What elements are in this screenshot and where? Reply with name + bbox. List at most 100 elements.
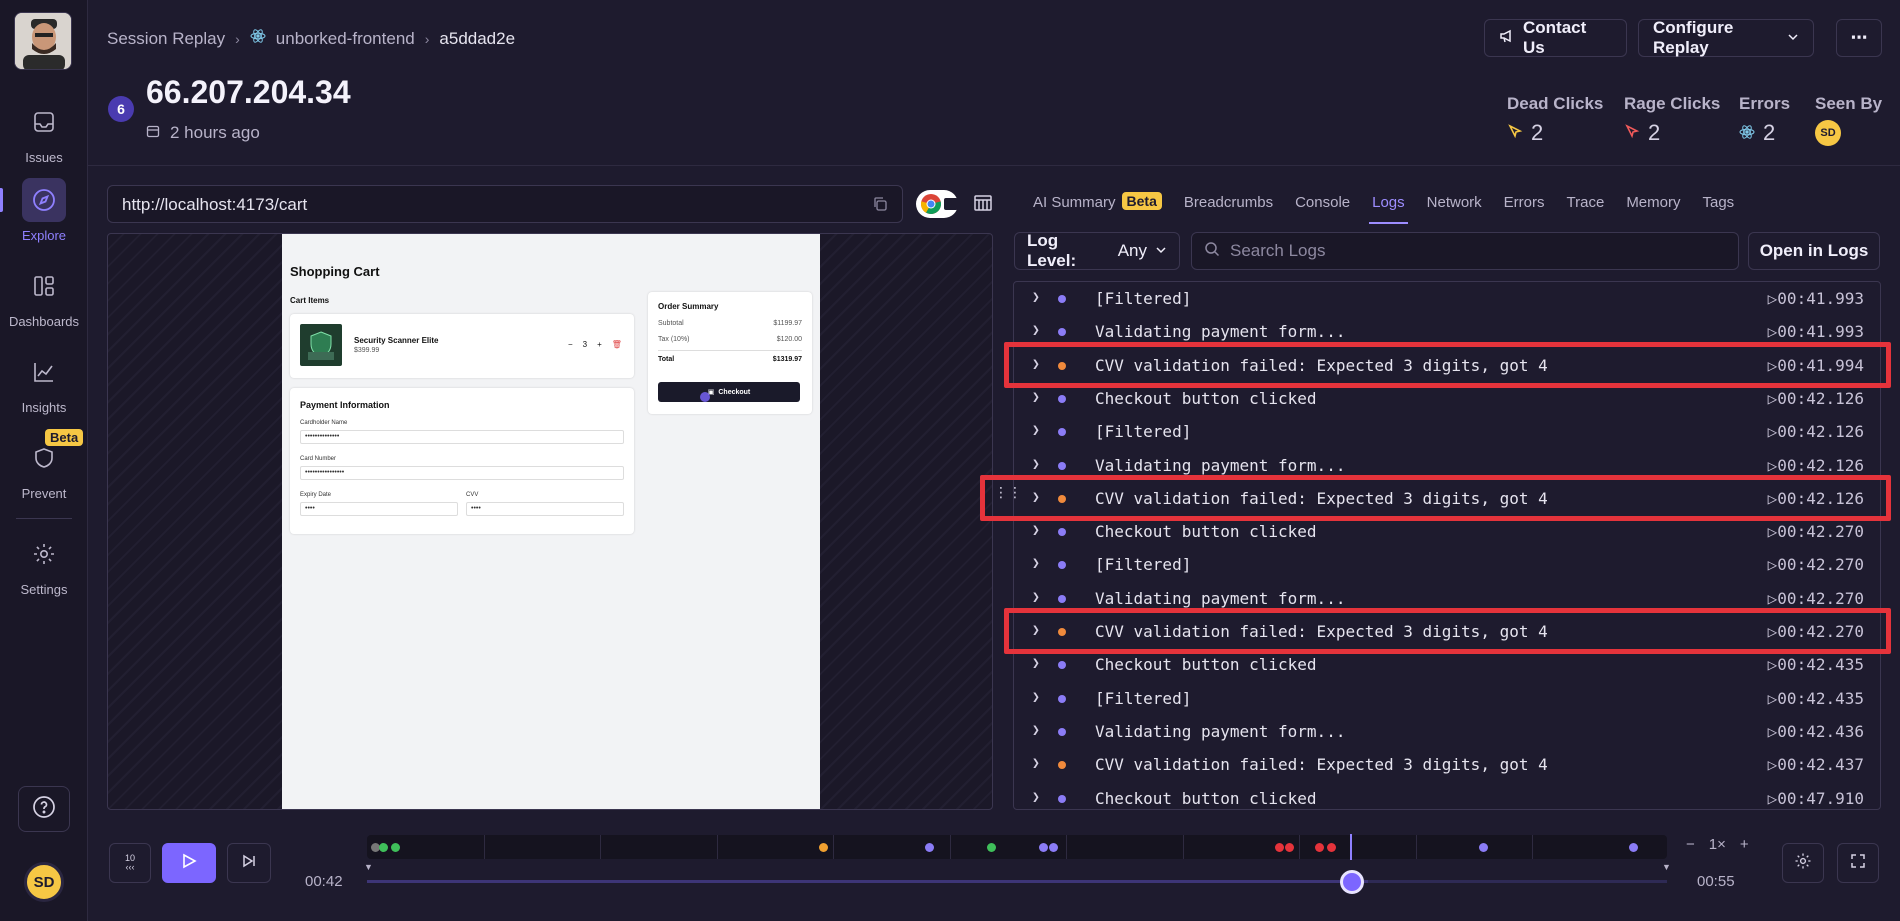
- sidebar-item-settings[interactable]: Settings: [0, 532, 88, 597]
- log-timestamp[interactable]: ▷00:47.910: [1768, 789, 1864, 808]
- chevron-right-icon[interactable]: ❯: [1032, 357, 1040, 372]
- errors-stat[interactable]: Errors 2: [1739, 94, 1790, 146]
- timeline-event[interactable]: [1315, 843, 1324, 852]
- chevron-right-icon[interactable]: ❯: [1032, 423, 1040, 438]
- log-row[interactable]: ❯ [Filtered] ▷00:41.993: [1014, 282, 1880, 315]
- tab-console[interactable]: Console: [1284, 194, 1361, 224]
- chevron-right-icon[interactable]: ❯: [1032, 323, 1040, 338]
- speed-increase[interactable]: +: [1740, 836, 1749, 853]
- chevron-right-icon[interactable]: ❯: [1032, 623, 1040, 638]
- card-number-field[interactable]: ••••••••••••••••: [300, 466, 624, 480]
- rage-clicks-stat[interactable]: Rage Clicks 2: [1624, 94, 1720, 146]
- speed-decrease[interactable]: −: [1686, 836, 1695, 853]
- timeline-event[interactable]: [819, 843, 828, 852]
- help-button[interactable]: [18, 786, 70, 832]
- log-row[interactable]: ❯ Validating payment form... ▷00:42.126: [1014, 449, 1880, 482]
- log-timestamp[interactable]: ▷00:42.126: [1768, 489, 1864, 508]
- tab-ai-summary[interactable]: AI Summary Beta: [1022, 192, 1173, 224]
- chevron-right-icon[interactable]: ❯: [1032, 490, 1040, 505]
- cardholder-field[interactable]: ••••••••••••••: [300, 430, 624, 444]
- qty-plus[interactable]: +: [597, 340, 602, 349]
- log-row[interactable]: ❯ CVV validation failed: Expected 3 digit…: [1014, 748, 1880, 781]
- more-options-button[interactable]: ⋯: [1836, 19, 1882, 57]
- timeline-event[interactable]: [1049, 843, 1058, 852]
- log-level-select[interactable]: Log Level: Any: [1014, 231, 1180, 270]
- replay-viewport[interactable]: Shopping Cart Cart Items Security Scanne…: [107, 233, 993, 810]
- log-row[interactable]: ❯ Validating payment form... ▷00:42.270: [1014, 582, 1880, 615]
- timeline-event[interactable]: [379, 843, 388, 852]
- timeline-event[interactable]: [925, 843, 934, 852]
- layout-icon[interactable]: [972, 192, 994, 219]
- log-timestamp[interactable]: ▷00:41.993: [1768, 289, 1864, 308]
- qty-minus[interactable]: −: [568, 340, 573, 349]
- breadcrumb-project[interactable]: unborked-frontend: [276, 29, 415, 49]
- tab-memory[interactable]: Memory: [1615, 194, 1691, 224]
- checkout-button[interactable]: ▣ Checkout: [658, 382, 800, 402]
- chevron-right-icon[interactable]: ❯: [1032, 723, 1040, 738]
- log-row[interactable]: ❯ CVV validation failed: Expected 3 digit…: [1014, 349, 1880, 382]
- chevron-right-icon[interactable]: ❯: [1032, 790, 1040, 805]
- log-timestamp[interactable]: ▷00:41.994: [1768, 356, 1864, 375]
- tab-logs[interactable]: Logs: [1361, 194, 1416, 224]
- timeline-event[interactable]: [1629, 843, 1638, 852]
- log-row[interactable]: ❯ Checkout button clicked ▷00:42.435: [1014, 648, 1880, 681]
- event-timeline[interactable]: [367, 835, 1667, 859]
- timeline-event[interactable]: [987, 843, 996, 852]
- log-timestamp[interactable]: ▷00:42.270: [1768, 589, 1864, 608]
- chevron-right-icon[interactable]: ❯: [1032, 523, 1040, 538]
- contact-us-button[interactable]: Contact Us: [1484, 18, 1627, 57]
- timeline-event[interactable]: [1327, 843, 1336, 852]
- dead-clicks-stat[interactable]: Dead Clicks 2: [1507, 94, 1603, 146]
- log-timestamp[interactable]: ▷00:42.270: [1768, 622, 1864, 641]
- log-row[interactable]: ❯ [Filtered] ▷00:42.126: [1014, 415, 1880, 448]
- chevron-right-icon[interactable]: ❯: [1032, 457, 1040, 472]
- next-button[interactable]: [227, 843, 271, 883]
- log-row[interactable]: ❯ [Filtered] ▷00:42.435: [1014, 682, 1880, 715]
- log-timestamp[interactable]: ▷00:42.126: [1768, 456, 1864, 475]
- org-avatar[interactable]: [14, 12, 72, 70]
- drag-handle-icon[interactable]: ⋮⋮: [994, 485, 1022, 499]
- log-row[interactable]: ❯ CVV validation failed: Expected 3 digit…: [1014, 615, 1880, 648]
- scrubber-track[interactable]: [367, 880, 1667, 883]
- chevron-right-icon[interactable]: ❯: [1032, 390, 1040, 405]
- timeline-event[interactable]: [1275, 843, 1284, 852]
- log-timestamp[interactable]: ▷00:42.435: [1768, 689, 1864, 708]
- timeline-event[interactable]: [1039, 843, 1048, 852]
- sidebar-item-insights[interactable]: Insights: [0, 350, 88, 415]
- tab-network[interactable]: Network: [1416, 194, 1493, 224]
- tab-tags[interactable]: Tags: [1691, 194, 1745, 224]
- chevron-right-icon[interactable]: ❯: [1032, 290, 1040, 305]
- log-row[interactable]: ❯ Validating payment form... ▷00:41.993: [1014, 315, 1880, 348]
- log-timestamp[interactable]: ▷00:41.993: [1768, 322, 1864, 341]
- tab-trace[interactable]: Trace: [1556, 194, 1616, 224]
- configure-replay-button[interactable]: Configure Replay: [1638, 18, 1814, 57]
- play-button[interactable]: [162, 843, 216, 883]
- tab-errors[interactable]: Errors: [1493, 194, 1556, 224]
- range-end-handle[interactable]: ▼: [1662, 862, 1671, 872]
- timeline-event[interactable]: [1285, 843, 1294, 852]
- chevron-right-icon[interactable]: ❯: [1032, 756, 1040, 771]
- log-timestamp[interactable]: ▷00:42.270: [1768, 555, 1864, 574]
- scrubber-knob[interactable]: [1340, 870, 1364, 894]
- chevron-right-icon[interactable]: ❯: [1032, 656, 1040, 671]
- chevron-right-icon[interactable]: ❯: [1032, 556, 1040, 571]
- chevron-right-icon[interactable]: ❯: [1032, 590, 1040, 605]
- log-row[interactable]: ❯ [Filtered] ▷00:42.270: [1014, 548, 1880, 581]
- copy-icon[interactable]: [872, 196, 888, 217]
- tab-breadcrumbs[interactable]: Breadcrumbs: [1173, 194, 1284, 224]
- trash-icon[interactable]: 🗑: [612, 340, 622, 349]
- log-row[interactable]: ❯ Checkout button clicked ▷00:42.126: [1014, 382, 1880, 415]
- range-start-handle[interactable]: ▼: [364, 862, 373, 872]
- expiry-field[interactable]: ••••: [300, 502, 458, 516]
- sidebar-item-dashboards[interactable]: Dashboards: [0, 264, 88, 329]
- avatar[interactable]: SD: [1815, 120, 1841, 146]
- user-avatar[interactable]: SD: [24, 862, 64, 902]
- fullscreen-button[interactable]: [1837, 843, 1879, 883]
- sidebar-item-issues[interactable]: Issues: [0, 100, 88, 165]
- log-timestamp[interactable]: ▷00:42.435: [1768, 655, 1864, 674]
- timeline-event[interactable]: [391, 843, 400, 852]
- chevron-right-icon[interactable]: ❯: [1032, 690, 1040, 705]
- log-list[interactable]: ❯ [Filtered] ▷00:41.993 ❯ Validating payment…: [1013, 281, 1881, 810]
- settings-button[interactable]: [1782, 843, 1824, 883]
- skip-back-button[interactable]: 10 ‹‹‹: [109, 843, 151, 883]
